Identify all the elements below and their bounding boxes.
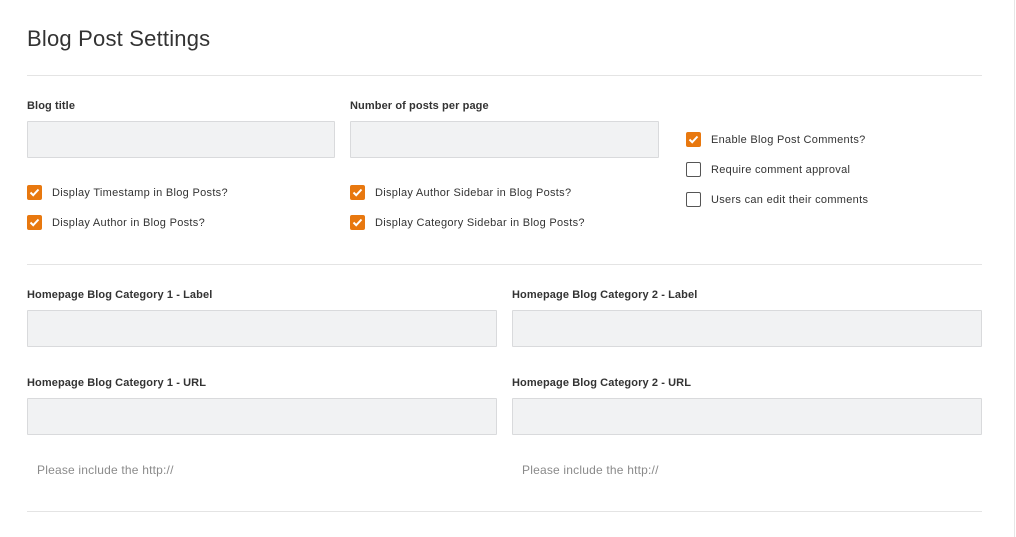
section-divider-middle bbox=[27, 264, 982, 265]
checkbox-box bbox=[27, 215, 42, 230]
blog-title-input[interactable] bbox=[27, 121, 335, 158]
category-2-label-label: Homepage Blog Category 2 - Label bbox=[512, 289, 698, 301]
section-divider-top bbox=[27, 75, 982, 76]
category-1-label-label: Homepage Blog Category 1 - Label bbox=[27, 289, 213, 301]
category-2-url-label: Homepage Blog Category 2 - URL bbox=[512, 377, 692, 389]
enable-comments-checkbox[interactable]: Enable Blog Post Comments? bbox=[686, 132, 866, 147]
display-author-checkbox[interactable]: Display Author in Blog Posts? bbox=[27, 215, 205, 230]
checkmark-icon bbox=[29, 188, 40, 197]
posts-per-page-input[interactable] bbox=[350, 121, 659, 158]
checkbox-label: Display Category Sidebar in Blog Posts? bbox=[375, 216, 585, 229]
checkbox-box bbox=[27, 185, 42, 200]
checkmark-icon bbox=[352, 218, 363, 227]
checkbox-box bbox=[350, 215, 365, 230]
page-title: Blog Post Settings bbox=[27, 26, 211, 51]
checkbox-label: Users can edit their comments bbox=[711, 193, 869, 206]
checkmark-icon bbox=[29, 218, 40, 227]
posts-per-page-label: Number of posts per page bbox=[350, 100, 489, 112]
checkbox-label: Display Author in Blog Posts? bbox=[52, 216, 205, 229]
category-2-label-input[interactable] bbox=[512, 310, 982, 347]
panel-right-border bbox=[1014, 0, 1015, 537]
category-1-label-input[interactable] bbox=[27, 310, 497, 347]
category-1-url-hint: Please include the http:// bbox=[37, 463, 174, 477]
section-divider-bottom bbox=[27, 511, 982, 512]
category-2-url-hint: Please include the http:// bbox=[522, 463, 659, 477]
checkbox-box bbox=[350, 185, 365, 200]
users-edit-comments-checkbox[interactable]: Users can edit their comments bbox=[686, 192, 868, 207]
category-1-url-label: Homepage Blog Category 1 - URL bbox=[27, 377, 207, 389]
display-timestamp-checkbox[interactable]: Display Timestamp in Blog Posts? bbox=[27, 185, 228, 200]
checkmark-icon bbox=[352, 188, 363, 197]
checkbox-box bbox=[686, 192, 701, 207]
checkbox-label: Enable Blog Post Comments? bbox=[711, 133, 866, 146]
category-2-url-input[interactable] bbox=[512, 398, 982, 435]
blog-title-label: Blog title bbox=[27, 100, 76, 112]
checkbox-box bbox=[686, 132, 701, 147]
checkbox-label: Require comment approval bbox=[711, 163, 851, 176]
checkbox-label: Display Author Sidebar in Blog Posts? bbox=[375, 186, 572, 199]
checkmark-icon bbox=[688, 135, 699, 144]
category-1-url-input[interactable] bbox=[27, 398, 497, 435]
display-author-sidebar-checkbox[interactable]: Display Author Sidebar in Blog Posts? bbox=[350, 185, 571, 200]
display-category-sidebar-checkbox[interactable]: Display Category Sidebar in Blog Posts? bbox=[350, 215, 585, 230]
checkbox-box bbox=[686, 162, 701, 177]
checkbox-label: Display Timestamp in Blog Posts? bbox=[52, 186, 228, 199]
require-approval-checkbox[interactable]: Require comment approval bbox=[686, 162, 850, 177]
